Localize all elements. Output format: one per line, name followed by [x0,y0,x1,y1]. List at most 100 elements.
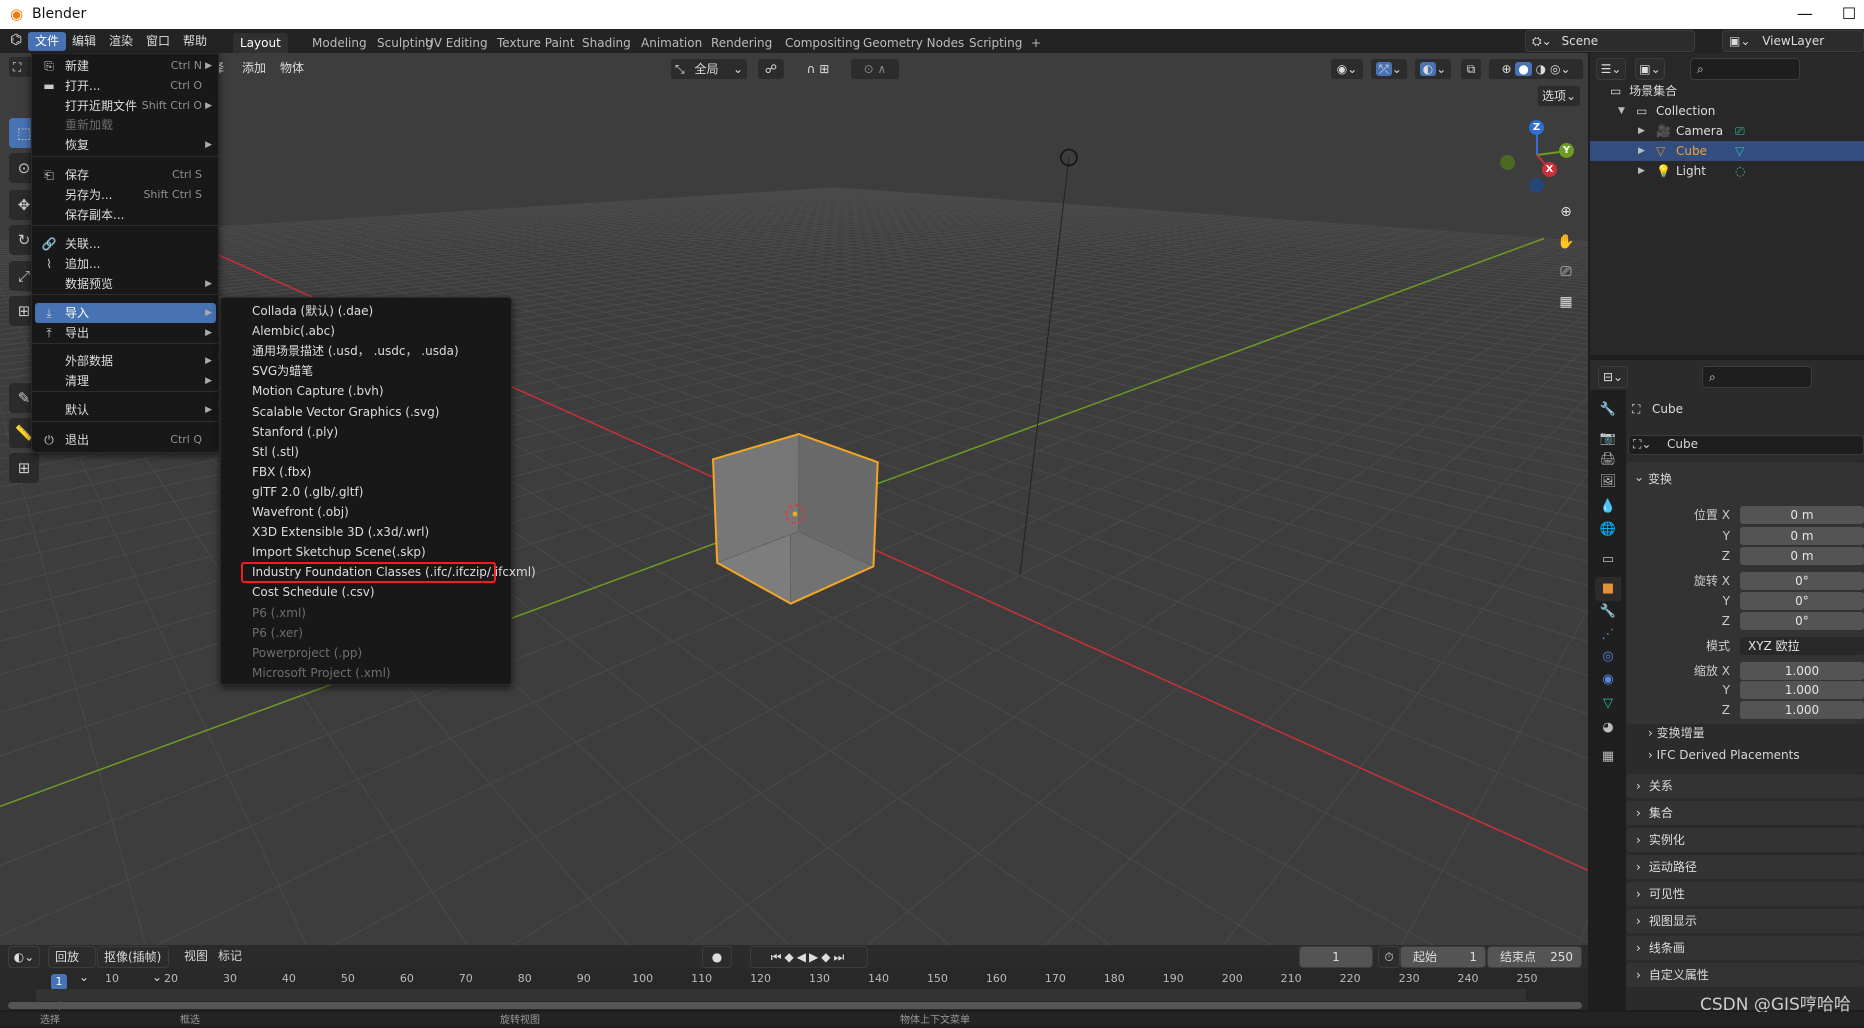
menu-1[interactable]: 编辑 [65,32,103,51]
expand-arrow-icon[interactable]: ▼ [1618,101,1625,121]
file-menu-item[interactable]: 🔗 关联... [35,234,216,254]
import-menu-item[interactable]: Cost Schedule (.csv) [252,582,375,602]
outliner-item[interactable]: ▼ ▭ Collection [1590,101,1864,121]
timeline-scrollbar[interactable] [8,1002,1582,1009]
properties-tab[interactable]: ■ [1595,577,1621,601]
gizmo-z-axis[interactable]: Z [1529,120,1544,135]
outliner-search-input[interactable]: ⌕ [1690,58,1800,80]
zoom-icon[interactable]: ⊕ [1554,200,1578,224]
mesh-data-icon[interactable]: ▽ [1735,141,1744,161]
panel-header[interactable]: › 可见性 [1626,882,1864,906]
object-datablock-field[interactable]: ⛶⌄ Cube [1628,435,1864,455]
properties-tab[interactable]: ▦ [1595,745,1621,769]
tool-button[interactable]: ⊞ [9,453,39,483]
end-frame-field[interactable]: 结束点 250 [1487,946,1582,968]
rotation-x-field[interactable]: 0° [1740,572,1864,590]
play-icon[interactable]: ▶ [809,950,821,964]
outliner-item[interactable]: ▶ 🎥 Camera ⎚ [1590,121,1864,141]
expand-arrow-icon[interactable]: ▶ [1638,161,1645,181]
gizmo-toggle[interactable]: ⤱ ⌄ [1370,58,1408,80]
viewport-menu[interactable]: 物体 [280,57,304,79]
properties-tab[interactable]: ⋰ [1595,623,1621,647]
wireframe-shading-icon[interactable]: ⊕ [1501,62,1511,76]
light-data-icon[interactable]: ◌ [1735,161,1745,181]
file-menu-item[interactable]: 外部数据 ▶ [35,351,216,371]
properties-tab[interactable]: 🔧 [1595,398,1621,422]
file-menu-item[interactable]: ⌇ 追加... [35,254,216,274]
timeline-menu[interactable]: 回放 ⌄ [48,946,96,984]
stopwatch-icon[interactable]: ⏱ [1378,946,1400,968]
chevron-down-icon[interactable]: ⌄ [1634,470,1644,484]
import-menu-item[interactable]: Stl (.stl) [252,442,299,462]
transform-orientation-dropdown[interactable]: ⤡ 全局 ⌄ [670,58,748,80]
properties-tab[interactable]: ▭ [1595,548,1621,572]
location-x-field[interactable]: 0 m [1740,506,1864,524]
timeline-menu[interactable]: 视图 [178,946,214,968]
current-frame-field[interactable]: 1 [1299,946,1373,968]
next-keyframe-icon[interactable]: ◆ [821,950,833,964]
options-dropdown[interactable]: 选项⌄ [1537,85,1581,107]
minimize-icon[interactable]: — [1790,4,1820,24]
rotation-mode-dropdown[interactable]: XYZ 欧拉 [1740,637,1864,655]
jump-end-icon[interactable]: ⏭ [833,950,847,964]
import-menu-item[interactable]: Scalable Vector Graphics (.svg) [252,402,439,422]
menu-2[interactable]: 渲染 [102,32,140,51]
editor-type-dropdown[interactable]: ⊟⌄ [1598,366,1628,388]
panel-header[interactable]: › 实例化 [1626,828,1864,852]
properties-tab[interactable]: 💧 [1595,495,1621,519]
import-menu-item[interactable]: FBX (.fbx) [252,462,311,482]
properties-tab[interactable]: ◕ [1595,716,1621,740]
file-menu-item[interactable]: ⏻ 退出 Ctrl Q [35,430,216,450]
rotation-z-field[interactable]: 0° [1740,612,1864,630]
workspace-tab[interactable]: Compositing [778,33,867,53]
panel-header[interactable]: › 自定义属性 [1626,963,1864,987]
location-z-field[interactable]: 0 m [1740,547,1864,565]
workspace-tab[interactable]: Modeling [305,33,374,53]
import-menu-item[interactable]: Alembic(.abc) [252,321,335,341]
timeline-menu[interactable]: 标记 [212,946,248,968]
import-menu-item[interactable]: glTF 2.0 (.glb/.gltf) [252,482,363,502]
properties-tab[interactable]: 🖼 [1595,470,1621,494]
maximize-icon[interactable]: ☐ [1834,4,1864,24]
start-frame-field[interactable]: 起始 1 [1400,946,1486,968]
rendered-shading-icon[interactable]: ◎ [1550,62,1560,76]
panel-header[interactable]: › 视图显示 [1626,909,1864,933]
panel-header[interactable]: › 线条画 [1626,936,1864,960]
viewport-menu[interactable]: 添加 [242,57,266,79]
import-menu-item[interactable]: X3D Extensible 3D (.x3d/.wrl) [252,522,429,542]
workspace-tab[interactable]: Texture Paint [490,33,581,53]
camera-view-icon[interactable]: ⎚ [1554,260,1578,284]
filter-dropdown[interactable]: ▣⌄ [1635,58,1665,80]
subpanel-header[interactable]: › IFC Derived Placements [1648,748,1800,762]
outliner-item[interactable]: ▶ ▽ Cube ▽ [1590,141,1864,161]
gizmo-y-axis[interactable]: Y [1559,143,1574,158]
workspace-tab[interactable]: Scripting [962,33,1029,53]
file-menu-item[interactable]: 打开近期文件 Shift Ctrl O ▶ [35,96,216,116]
scale-z-field[interactable]: 1.000 [1740,701,1864,719]
file-menu-item[interactable]: 默认 ▶ [35,400,216,420]
timeline-menu[interactable]: 抠像(插帧) ⌄ [97,946,169,984]
transform-header[interactable]: 变换 [1648,470,1672,487]
properties-search-input[interactable]: ⌕ [1702,366,1812,388]
file-menu-item[interactable]: ⎗ 保存 Ctrl S [35,165,216,185]
import-menu-item[interactable]: Motion Capture (.bvh) [252,381,384,401]
scale-x-field[interactable]: 1.000 [1740,662,1864,680]
file-menu-item[interactable]: 清理 ▶ [35,371,216,391]
menu-4[interactable]: 帮助 [176,32,214,51]
pivot-dropdown[interactable]: ☍ [757,58,785,80]
import-menu-item[interactable]: SVG为蜡笔 [252,361,313,381]
location-y-field[interactable]: 0 m [1740,527,1864,545]
rotation-y-field[interactable]: 0° [1740,592,1864,610]
properties-tab[interactable]: 🖨 [1595,448,1621,472]
scale-y-field[interactable]: 1.000 [1740,681,1864,699]
pan-hand-icon[interactable]: ✋ [1554,230,1578,254]
properties-tab[interactable]: 🌐 [1595,518,1621,542]
workspace-tab[interactable]: Animation [634,33,709,53]
menu-3[interactable]: 窗口 [139,32,177,51]
import-menu-item[interactable]: Industry Foundation Classes (.ifc/.ifczi… [252,562,536,582]
panel-header[interactable]: › 关系 [1626,774,1864,798]
overlay-toggle[interactable]: ◐ ⌄ [1414,58,1452,80]
light-object[interactable] [1060,148,1078,167]
expand-arrow-icon[interactable]: ▶ [1638,141,1645,161]
file-menu-item[interactable]: 另存为... Shift Ctrl S [35,185,216,205]
